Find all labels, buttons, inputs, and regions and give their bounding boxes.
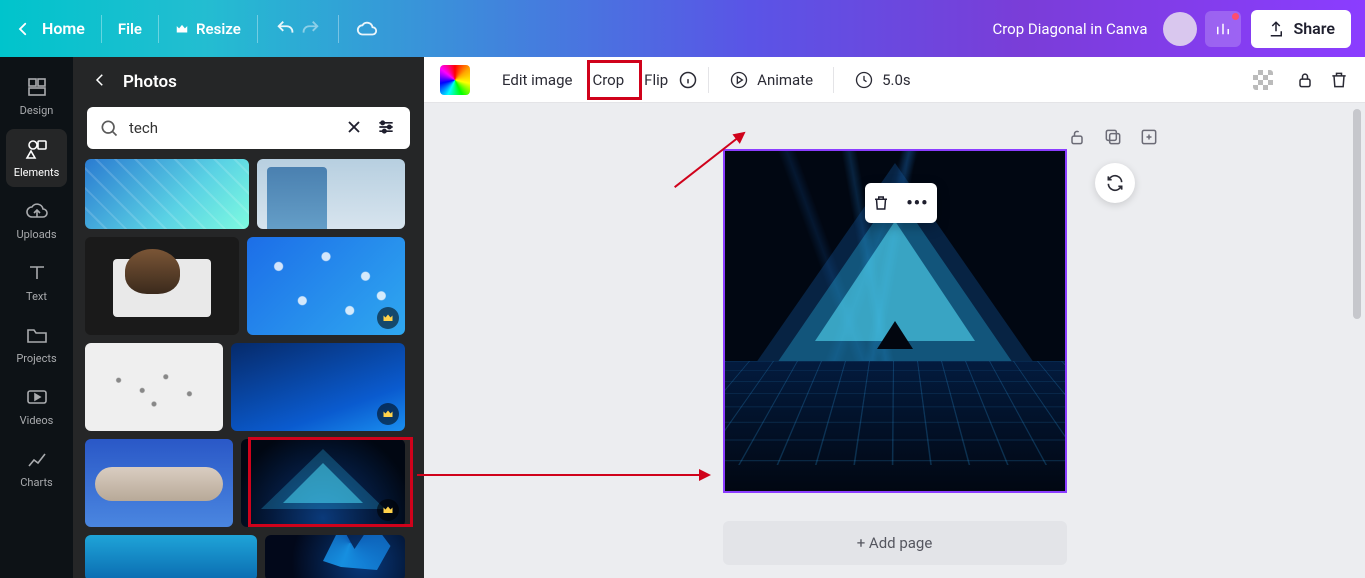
refresh-icon [1105, 173, 1125, 193]
chevron-left-icon [14, 20, 32, 38]
regenerate-button[interactable] [1095, 163, 1135, 203]
redo-button[interactable] [298, 17, 322, 41]
photo-thumbnail[interactable] [85, 237, 239, 335]
unlock-page-button[interactable] [1067, 127, 1087, 147]
rail-text[interactable]: Text [0, 251, 73, 313]
search-bar [87, 107, 410, 149]
page-controls [1067, 127, 1159, 147]
timing-button[interactable]: 5.0s [844, 65, 921, 95]
photo-thumbnail[interactable] [247, 237, 405, 335]
photo-thumbnail[interactable] [85, 535, 257, 578]
rail-charts[interactable]: Charts [0, 437, 73, 499]
rail-projects[interactable]: Projects [0, 313, 73, 375]
canvas-page[interactable]: ••• [723, 149, 1067, 493]
rail-videos[interactable]: Videos [0, 375, 73, 437]
upload-icon [1267, 20, 1285, 38]
rail-elements[interactable]: Elements [6, 129, 67, 187]
photo-thumbnail-selected[interactable] [241, 439, 405, 527]
photo-thumbnail[interactable] [85, 439, 233, 527]
rail-uploads[interactable]: Uploads [0, 189, 73, 251]
premium-badge [377, 499, 399, 521]
photo-thumbnail[interactable] [85, 343, 223, 431]
premium-badge [377, 307, 399, 329]
crop-button[interactable]: Crop [582, 65, 634, 95]
photo-thumbnail[interactable] [85, 159, 249, 229]
elements-panel: Photos [73, 57, 424, 578]
panel-title: Photos [123, 72, 177, 92]
close-icon [344, 117, 364, 137]
search-icon [99, 118, 119, 138]
cloud-sync-icon[interactable] [355, 17, 379, 41]
delete-button[interactable] [1329, 70, 1349, 90]
context-toolbar: Edit image Crop Flip Animate 5.0s [424, 57, 1365, 103]
photo-thumbnail[interactable] [231, 343, 405, 431]
search-input[interactable] [129, 119, 334, 137]
file-menu[interactable]: File [118, 20, 142, 38]
info-icon[interactable] [678, 70, 698, 90]
delete-selection-button[interactable] [872, 194, 890, 212]
panel-back-button[interactable] [91, 71, 109, 93]
share-button[interactable]: Share [1251, 10, 1351, 48]
chevron-left-icon [91, 71, 109, 89]
photo-gallery [73, 159, 424, 578]
user-avatar[interactable] [1163, 12, 1197, 46]
clock-icon [854, 70, 874, 90]
fill-color-button[interactable] [440, 65, 470, 95]
resize-label: Resize [196, 20, 241, 38]
document-title[interactable]: Crop Diagonal in Canva [992, 20, 1147, 38]
photo-thumbnail[interactable] [257, 159, 405, 229]
filter-button[interactable] [376, 117, 398, 139]
canvas-area: Edit image Crop Flip Animate 5.0s [424, 57, 1365, 578]
insights-button[interactable] [1205, 11, 1241, 47]
sliders-icon [376, 117, 396, 137]
duplicate-page-button[interactable] [1103, 127, 1123, 147]
undo-button[interactable] [274, 17, 298, 41]
add-page-button[interactable]: + Add page [723, 521, 1067, 565]
left-rail: Design Elements Uploads Text Projects Vi… [0, 57, 73, 578]
animate-icon [729, 70, 749, 90]
share-label: Share [1293, 19, 1335, 38]
transparency-button[interactable] [1253, 70, 1273, 90]
home-label: Home [42, 19, 85, 38]
rail-design[interactable]: Design [0, 65, 73, 127]
resize-menu[interactable]: Resize [175, 20, 241, 38]
add-page-icon-button[interactable] [1139, 127, 1159, 147]
home-button[interactable]: Home [14, 19, 85, 38]
premium-badge [377, 403, 399, 425]
selection-context-menu: ••• [865, 183, 937, 223]
lock-button[interactable] [1295, 70, 1315, 90]
photo-thumbnail[interactable] [265, 535, 405, 578]
vertical-scrollbar[interactable] [1353, 109, 1363, 572]
crown-icon [175, 22, 189, 36]
flip-button[interactable]: Flip [634, 65, 678, 95]
clear-search-button[interactable] [344, 117, 366, 139]
more-options-button[interactable]: ••• [906, 193, 928, 214]
animate-button[interactable]: Animate [719, 65, 823, 95]
edit-image-button[interactable]: Edit image [492, 65, 582, 95]
